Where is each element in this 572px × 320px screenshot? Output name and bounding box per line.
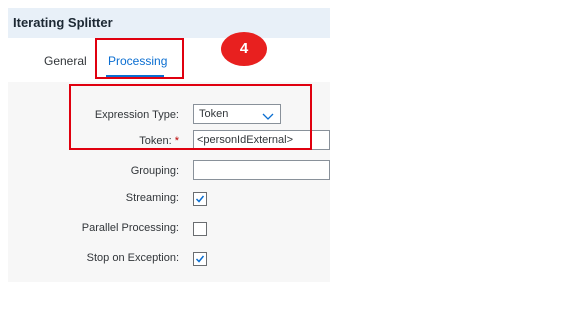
parallel-processing-checkbox[interactable] bbox=[193, 222, 207, 236]
tab-general[interactable]: General bbox=[44, 54, 87, 68]
checkmark-icon bbox=[195, 255, 205, 263]
grouping-input[interactable] bbox=[193, 160, 330, 180]
processing-tab-highlight bbox=[95, 38, 184, 79]
checkmark-icon bbox=[195, 195, 205, 203]
streaming-label: Streaming: bbox=[125, 192, 179, 204]
panel-header: Iterating Splitter bbox=[8, 8, 330, 38]
stop-on-exception-label: Stop on Exception: bbox=[86, 252, 179, 264]
step-number-badge: 4 bbox=[221, 32, 267, 66]
streaming-checkbox[interactable] bbox=[193, 192, 207, 206]
expression-token-highlight bbox=[69, 84, 312, 150]
parallel-processing-label: Parallel Processing: bbox=[81, 222, 179, 234]
grouping-label: Grouping: bbox=[130, 165, 179, 177]
stop-on-exception-checkbox[interactable] bbox=[193, 252, 207, 266]
panel-title: Iterating Splitter bbox=[13, 15, 113, 30]
